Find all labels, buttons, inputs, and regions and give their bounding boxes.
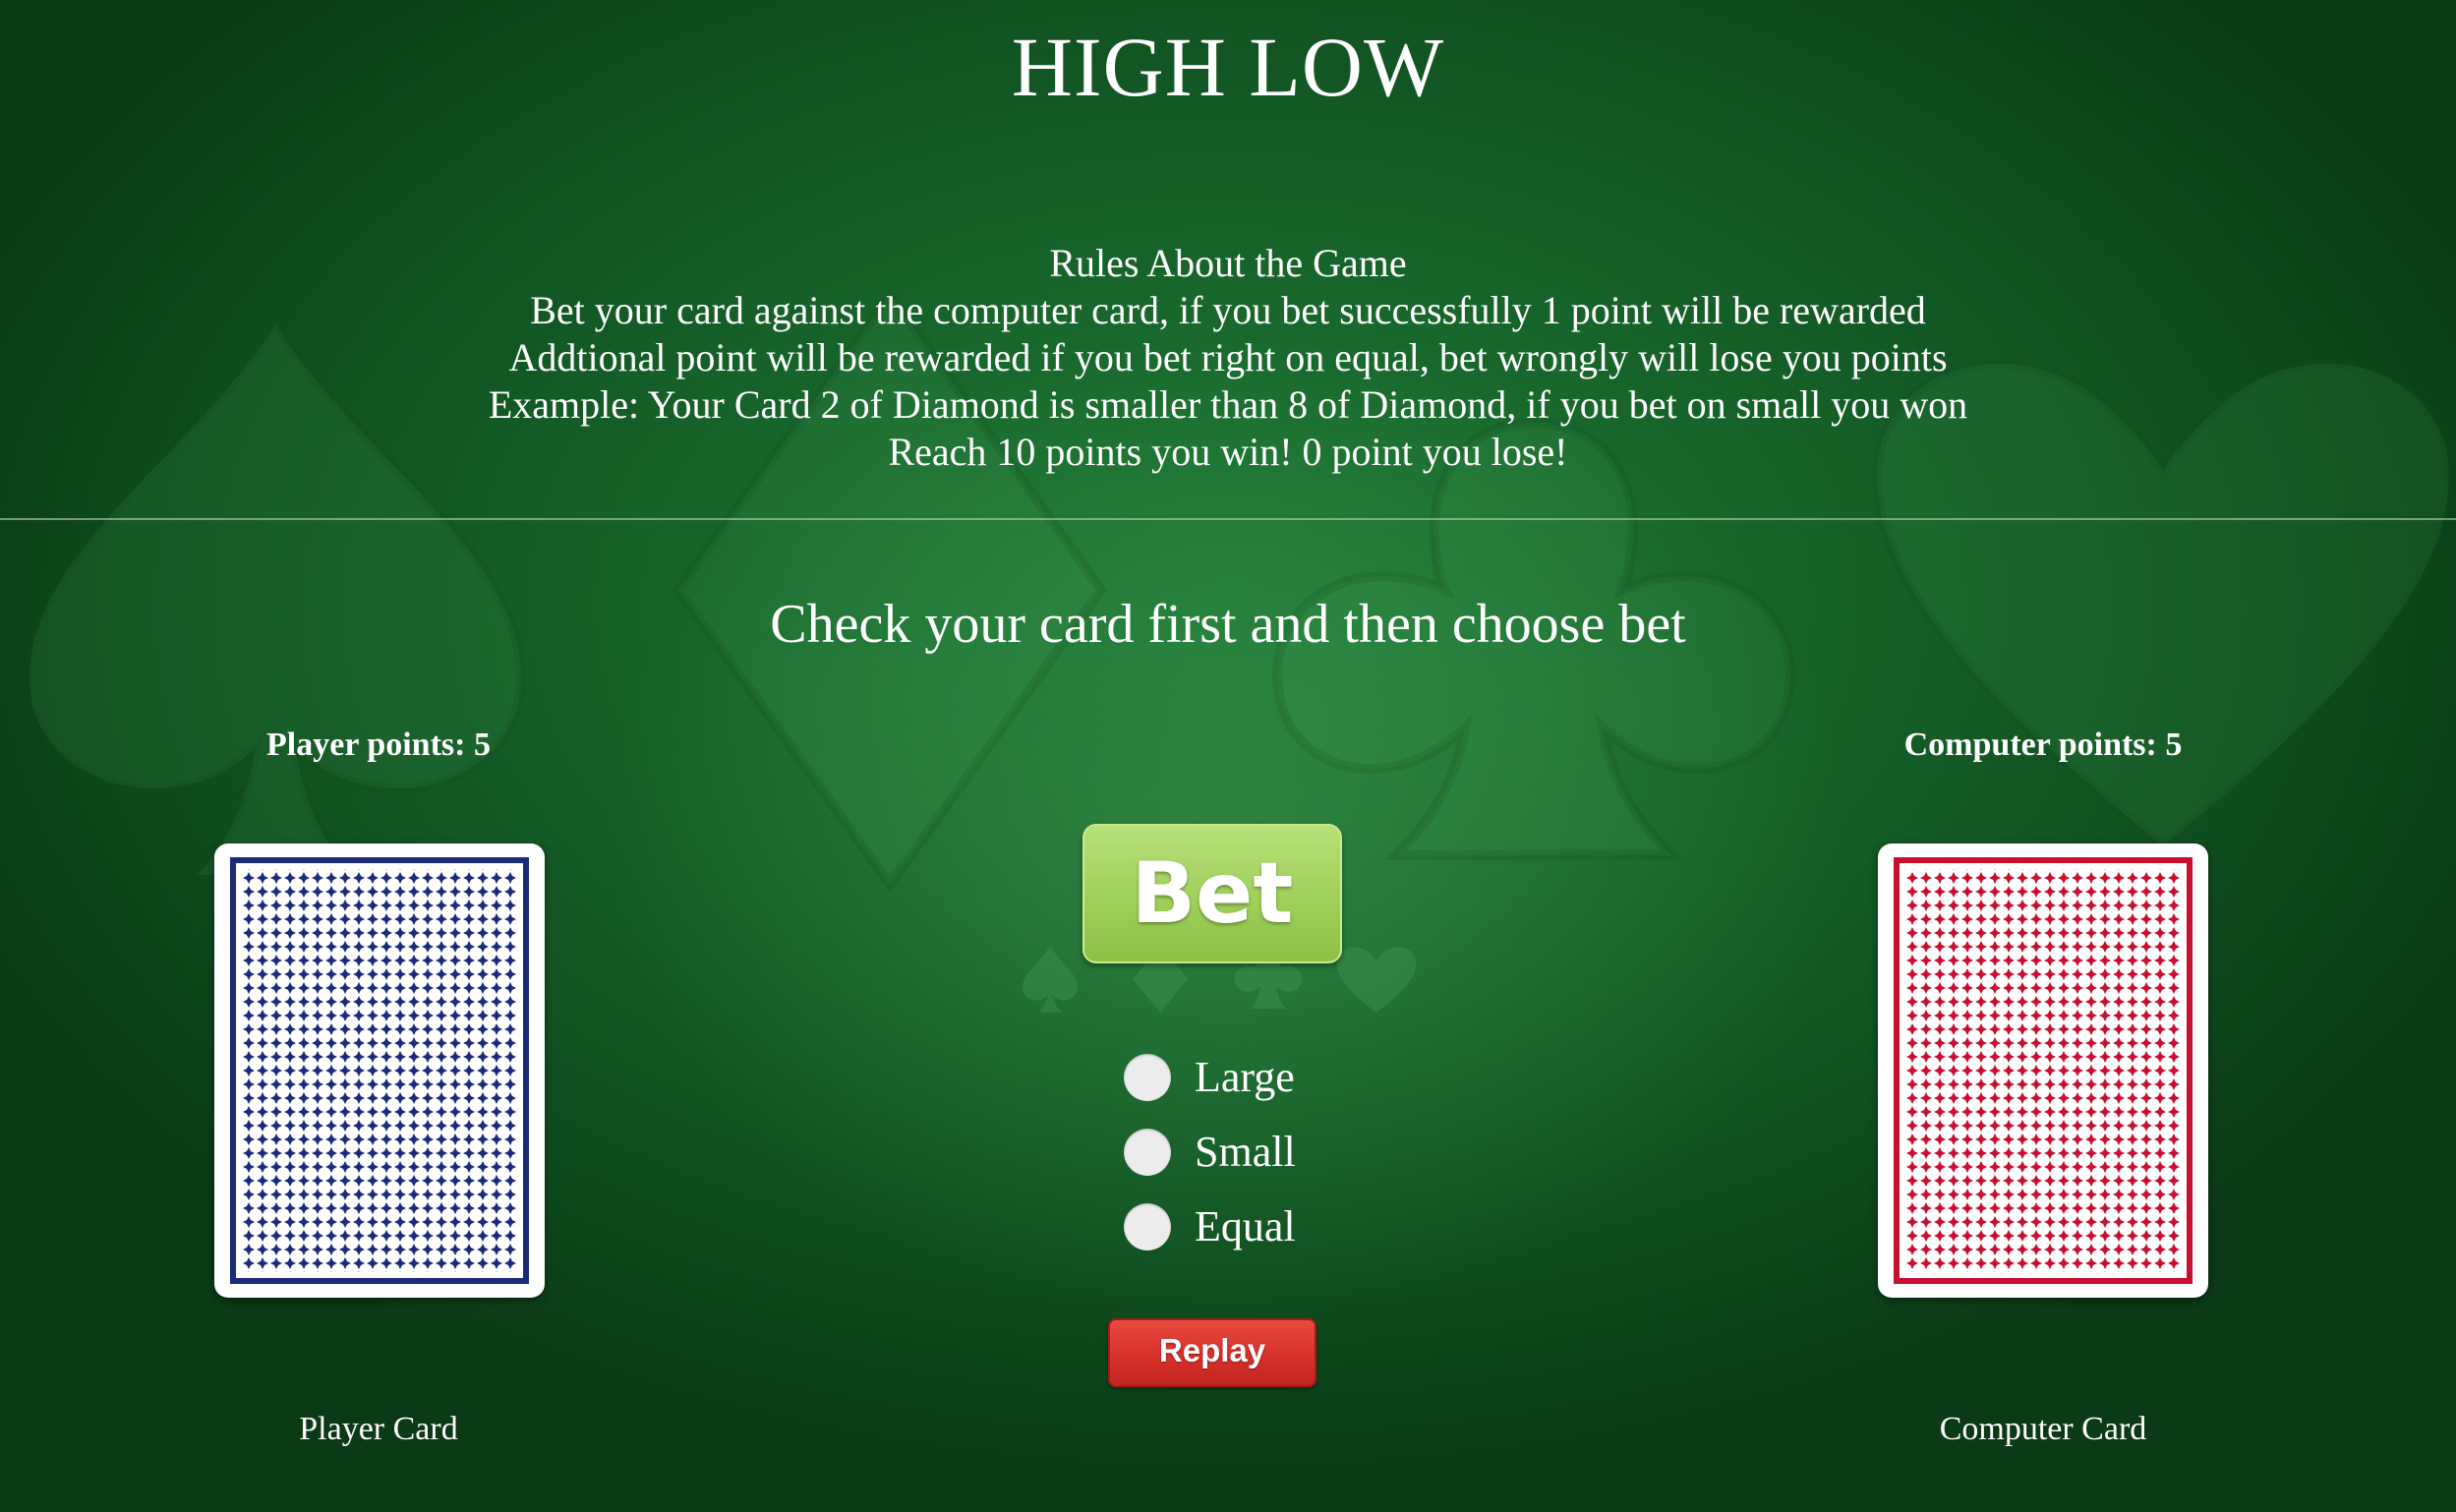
computer-card — [1878, 843, 2208, 1298]
replay-button[interactable]: Replay — [1108, 1318, 1316, 1387]
radio-equal[interactable] — [1124, 1203, 1171, 1250]
bet-button[interactable]: Bet — [1082, 824, 1342, 963]
option-small[interactable]: Small — [1124, 1115, 1379, 1190]
rules-block: Rules About the Game Bet your card again… — [0, 240, 2456, 476]
game-title: HIGH LOW — [1011, 20, 1445, 114]
small-spade-icon — [1023, 946, 1078, 1013]
option-label: Equal — [1195, 1202, 1296, 1250]
rules-line: Bet your card against the computer card,… — [530, 288, 1926, 332]
player-points: Player points: 5 — [266, 727, 491, 763]
computer-points: Computer points: 5 — [1903, 727, 2183, 763]
rules-line: Addtional point will be rewarded if you … — [508, 335, 1948, 379]
rules-line: Example: Your Card 2 of Diamond is small… — [488, 382, 1968, 427]
instruction-prompt: Check your card first and then choose be… — [770, 594, 1686, 655]
bet-options: Large Small Equal — [1124, 1040, 1379, 1264]
rules-heading: Rules About the Game — [1049, 241, 1407, 285]
card-back-pattern — [230, 857, 529, 1284]
option-label: Small — [1195, 1128, 1296, 1176]
option-large[interactable]: Large — [1124, 1040, 1379, 1115]
option-label: Large — [1195, 1053, 1295, 1101]
option-equal[interactable]: Equal — [1124, 1190, 1379, 1264]
player-card[interactable] — [214, 843, 545, 1298]
computer-card-label: Computer Card — [1939, 1411, 2147, 1447]
rules-line: Reach 10 points you win! 0 point you los… — [888, 430, 1568, 474]
radio-large[interactable] — [1124, 1054, 1171, 1101]
radio-small[interactable] — [1124, 1129, 1171, 1176]
small-heart-icon — [1336, 947, 1417, 1013]
divider — [0, 518, 2456, 520]
player-card-label: Player Card — [299, 1411, 458, 1447]
card-back-pattern — [1894, 857, 2193, 1284]
